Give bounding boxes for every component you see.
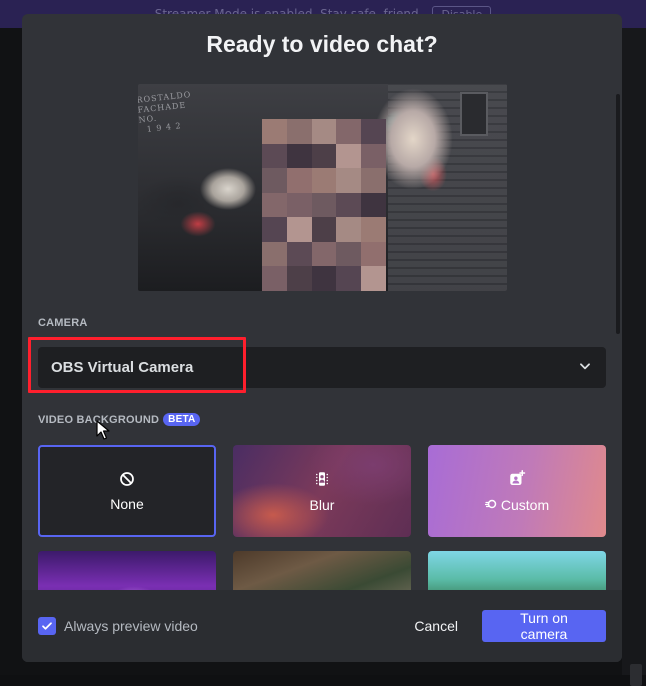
pixel-cell	[336, 192, 362, 218]
always-preview-label: Always preview video	[64, 618, 198, 634]
footer-actions: Cancel Turn on camera	[398, 610, 606, 642]
pixel-cell	[336, 217, 362, 242]
blur-icon	[313, 470, 331, 491]
no-symbol-icon	[119, 471, 135, 490]
pixel-cell	[311, 119, 337, 144]
mouse-cursor-icon	[96, 420, 110, 440]
pixel-cell	[361, 119, 386, 144]
nitro-icon	[484, 497, 497, 513]
pixel-cell	[286, 143, 312, 169]
pixel-cell	[262, 119, 287, 144]
pixel-cell	[311, 192, 337, 218]
pixel-cell	[286, 119, 312, 144]
custom-label-row: Custom	[484, 496, 550, 513]
pixel-cell	[336, 143, 362, 169]
pixelated-face	[262, 119, 386, 291]
modal-scrollbar[interactable]	[616, 94, 620, 334]
side-panel-handle[interactable]	[630, 664, 642, 686]
background-option-custom[interactable]: Custom	[428, 445, 606, 537]
pixel-cell	[361, 168, 386, 193]
pixel-cell	[262, 217, 287, 242]
pixel-cell	[311, 266, 337, 291]
always-preview-checkbox[interactable]: Always preview video	[38, 617, 198, 635]
pixel-cell	[311, 168, 337, 193]
pixel-cell	[336, 241, 362, 267]
pixel-cell	[262, 168, 287, 193]
pixel-cell	[262, 266, 287, 291]
pixel-cell	[262, 241, 287, 267]
pixel-cell	[361, 143, 386, 169]
pixel-cell	[361, 241, 386, 267]
pixel-cell	[336, 168, 362, 193]
pixel-cell	[361, 192, 386, 218]
pixel-cell	[286, 266, 312, 291]
modal-title: Ready to video chat?	[206, 31, 438, 57]
pixel-cell	[286, 192, 312, 218]
background-option-blur[interactable]: Blur	[233, 445, 411, 537]
video-background-label: VIDEO BACKGROUND BETA	[38, 413, 201, 426]
pixel-cell	[286, 168, 312, 193]
image-add-icon	[508, 469, 526, 491]
turn-on-camera-button[interactable]: Turn on camera	[482, 610, 606, 642]
pixel-cell	[336, 119, 362, 144]
camera-preview: ROSTALDO FACHADE NO. 1 9 4 2	[138, 84, 507, 291]
video-chat-modal: Ready to video chat? ROSTALDO FACHADE NO.…	[22, 14, 622, 662]
pixel-cell	[262, 192, 287, 218]
background-option-label: Custom	[500, 496, 550, 513]
background-option-label: Blur	[309, 496, 335, 513]
side-panel-edge	[622, 28, 646, 686]
pixel-cell	[286, 217, 312, 242]
background-option-none[interactable]: None	[38, 445, 216, 537]
cancel-button[interactable]: Cancel	[398, 618, 474, 634]
background-option-label: None	[110, 495, 144, 512]
beta-badge: BETA	[163, 413, 201, 426]
camera-select-value: OBS Virtual Camera	[51, 359, 194, 376]
camera-select[interactable]: OBS Virtual Camera	[38, 347, 606, 388]
preview-wall-lettering: ROSTALDO FACHADE NO. 1 9 4 2	[138, 90, 192, 135]
camera-section-label: CAMERA	[38, 317, 88, 329]
pixel-cell	[311, 217, 337, 242]
pixel-cell	[286, 241, 312, 267]
pixel-cell	[262, 143, 287, 169]
pixel-cell	[311, 241, 337, 267]
chevron-down-icon	[578, 358, 592, 377]
pixel-cell	[361, 266, 386, 291]
pixel-cell	[336, 266, 362, 291]
check-icon[interactable]	[38, 617, 56, 635]
pixel-cell	[311, 143, 337, 169]
modal-footer: Always preview video Cancel Turn on came…	[22, 590, 622, 662]
pixel-cell	[361, 217, 386, 242]
